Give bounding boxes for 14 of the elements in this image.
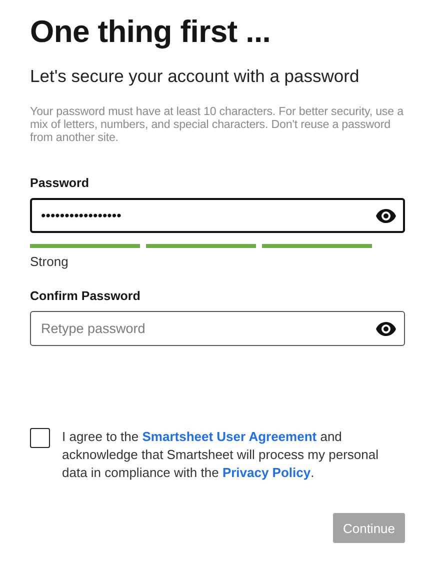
field-label: Password <box>30 176 90 190</box>
agreement-checkbox[interactable] <box>30 428 50 448</box>
password-hint: Your password must have at least 10 characters. For better security, use a mix of letters, numbers, and special characters. Don't reuse a password from another site. <box>30 105 404 144</box>
field-label: Confirm Password <box>30 289 142 303</box>
strength-label: Strong <box>30 254 70 269</box>
confirm-password-field[interactable]: Retype password <box>30 311 405 346</box>
agreement-text: I agree to the Smartsheet User Agreement and acknowledge that Smartsheet will process my personal data in compliance with the Privacy Policy. <box>62 428 380 482</box>
agreement-link[interactable]: Privacy Policy <box>222 465 311 480</box>
agreement-link[interactable]: Smartsheet User Agreement <box>142 429 317 444</box>
eye-icon[interactable] <box>376 322 396 336</box>
page-title: One thing first ... <box>30 14 272 50</box>
eye-icon[interactable] <box>376 209 396 223</box>
password-field[interactable]: ••••••••••••••••• <box>30 198 405 233</box>
subtitle: Let's secure your account with a password <box>30 66 360 87</box>
